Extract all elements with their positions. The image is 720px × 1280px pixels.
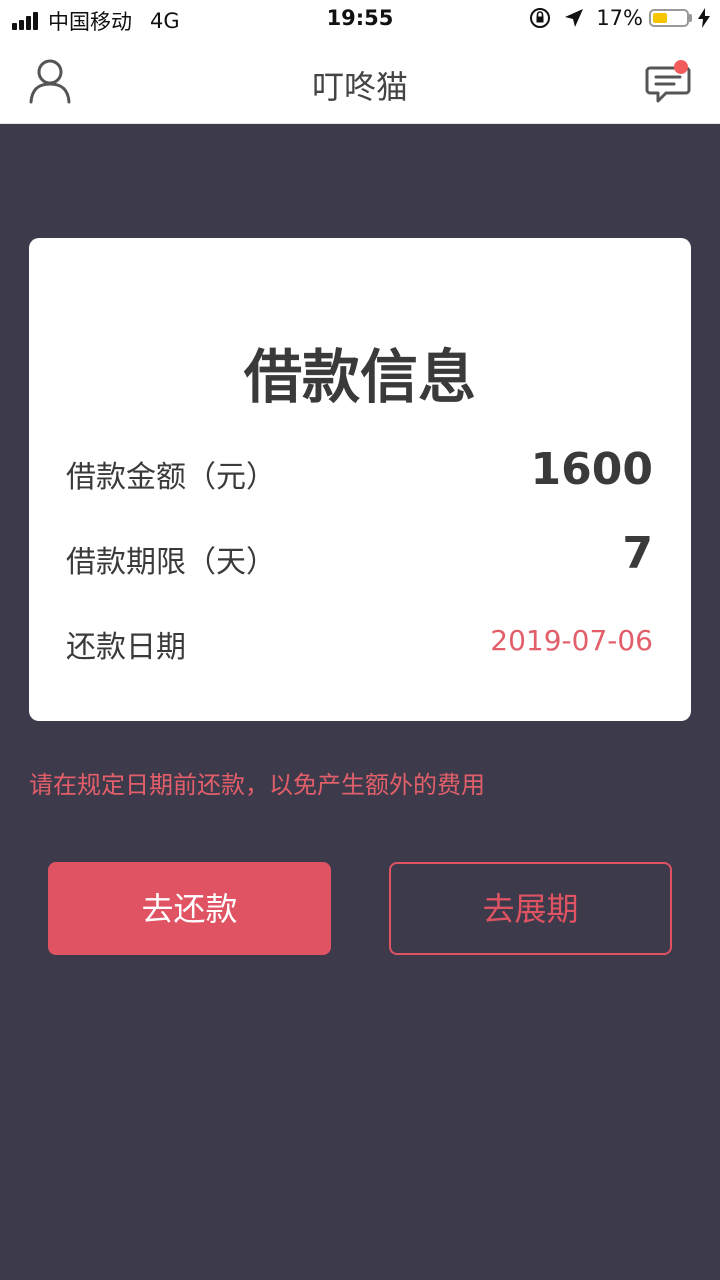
repay-date-label: 还款日期 [66,630,186,665]
loan-info-card: 借款信息 借款金额（元） 1600 借款期限（天） 7 还款日期 2019-07… [29,238,691,721]
unread-badge [674,60,688,74]
extend-button[interactable]: 去展期 [389,862,672,955]
page-title: 叮咚猫 [311,68,408,106]
loan-term-label: 借款期限（天） [66,545,276,580]
status-right: 17% [528,6,710,30]
repay-date-value: 2019-07-06 [490,624,653,657]
loan-term-value: 7 [622,528,653,579]
status-bar: 中国移动 4G 19:55 17% [0,0,720,40]
loan-amount-label: 借款金额（元） [66,460,276,495]
charging-bolt-icon [698,8,710,28]
loan-amount-value: 1600 [530,444,653,495]
repayment-notice: 请在规定日期前还款，以免产生额外的费用 [29,771,485,799]
rotation-lock-icon [530,8,551,28]
battery-icon [649,9,689,27]
repay-button[interactable]: 去还款 [48,862,331,955]
card-title: 借款信息 [243,343,476,411]
battery-cap [689,14,692,22]
battery-percent: 17% [596,6,643,30]
nav-bar: 叮咚猫 [0,40,720,124]
location-arrow-icon [565,9,584,27]
